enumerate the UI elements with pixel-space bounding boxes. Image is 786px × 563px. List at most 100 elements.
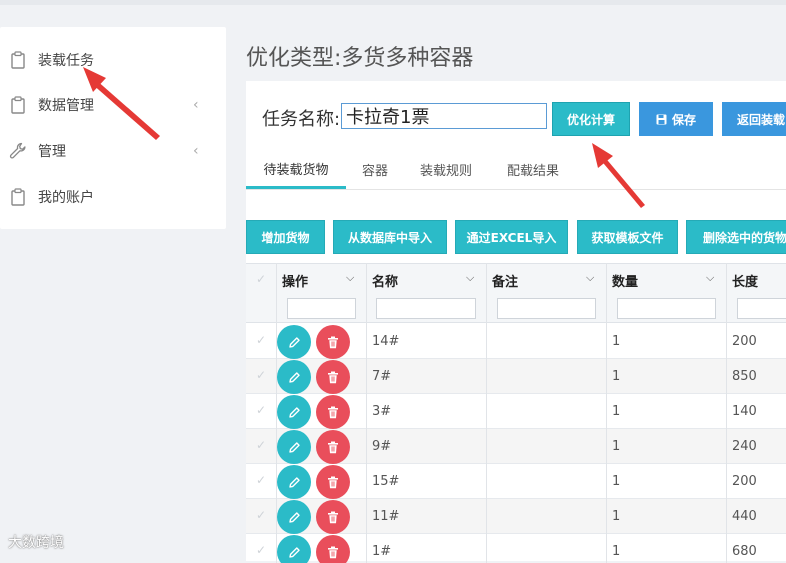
tab-containers[interactable]: 容器 [352,150,398,188]
sidebar-item-label: 管理 [38,144,66,160]
filter-quantity-input[interactable] [617,298,716,319]
column-divider [486,263,487,563]
edit-button[interactable] [277,325,311,359]
task-name-label: 任务名称: [262,109,341,130]
cell-length: 200 [732,474,757,489]
row-checkbox[interactable]: ✓ [256,438,266,452]
cell-name: 3# [372,404,392,419]
table-row[interactable]: ✓ 11# 1 440 [246,499,786,534]
cell-quantity: 1 [612,334,621,349]
tab-loading-results[interactable]: 配载结果 [498,150,568,188]
clipboard-icon [9,187,27,207]
pencil-icon [288,336,301,349]
save-label: 保存 [671,112,696,127]
cell-quantity: 1 [612,369,621,384]
delete-button[interactable] [316,430,350,464]
back-to-loading-button[interactable]: 返回装载 [722,102,786,136]
column-divider [276,263,277,563]
edit-button[interactable] [277,395,311,429]
column-divider [366,263,367,563]
delete-button[interactable] [316,395,350,429]
edit-button[interactable] [277,465,311,499]
cell-quantity: 1 [612,509,621,524]
row-checkbox[interactable]: ✓ [256,403,266,417]
sidebar-item-label: 我的账户 [38,190,94,206]
sidebar-item-label: 装载任务 [38,53,94,69]
trash-icon [327,336,339,349]
top-border [0,0,786,5]
row-checkbox[interactable]: ✓ [256,368,266,382]
sidebar-item-my-account[interactable]: 我的账户 [0,177,226,217]
filter-actions-input[interactable] [287,298,356,319]
import-excel-button[interactable]: 通过EXCEL导入 [455,220,568,254]
pencil-icon [288,511,301,524]
filter-name-input[interactable] [376,298,476,319]
pencil-icon [288,406,301,419]
chevron-down-icon[interactable]: ⌵ [586,271,594,285]
cell-quantity: 1 [612,439,621,454]
chevron-down-icon[interactable]: ⌵ [706,271,714,285]
sidebar-item-data-management[interactable]: 数据管理 ‹ [0,85,226,125]
filter-length-input[interactable] [737,298,786,319]
cell-length: 850 [732,369,757,384]
sidebar-item-loading-task[interactable]: 装载任务 [0,40,226,80]
pencil-icon [288,476,301,489]
sidebar: 装载任务 数据管理 ‹ 管理 ‹ 我的账户 [0,27,226,229]
delete-button[interactable] [316,535,350,563]
delete-selected-button[interactable]: 删除选中的货物 [686,220,786,254]
trash-icon [327,406,339,419]
pencil-icon [288,371,301,384]
get-template-button[interactable]: 获取模板文件 [577,220,678,254]
delete-button[interactable] [316,360,350,394]
cell-length: 240 [732,439,757,454]
chevron-down-icon[interactable]: ⌵ [346,271,354,285]
row-checkbox[interactable]: ✓ [256,473,266,487]
trash-icon [327,371,339,384]
add-cargo-button[interactable]: 增加货物 [246,220,325,254]
table-row[interactable]: ✓ 3# 1 140 [246,394,786,429]
cargo-table: ✓ 操作 ⌵ 名称 ⌵ 备注 ⌵ 数量 ⌵ 长度 ✓ 14# 1 200 ✓ 7# 1 850… [246,263,786,563]
row-checkbox[interactable]: ✓ [256,333,266,347]
tab-loading-rules[interactable]: 装载规则 [411,150,481,188]
row-checkbox[interactable]: ✓ [256,508,266,522]
task-name-input[interactable] [341,103,547,129]
row-checkbox[interactable]: ✓ [256,543,266,557]
clipboard-icon [9,50,27,70]
chevron-left-icon: ‹ [193,97,199,113]
save-button[interactable]: 保存 [639,102,713,136]
sidebar-item-management[interactable]: 管理 ‹ [0,131,226,171]
table-row[interactable]: ✓ 15# 1 200 [246,464,786,499]
table-row[interactable]: ✓ 7# 1 850 [246,359,786,394]
cell-length: 440 [732,509,757,524]
cell-quantity: 1 [612,474,621,489]
floppy-icon [656,114,667,124]
chevron-down-icon[interactable]: ⌵ [466,271,474,285]
table-row[interactable]: ✓ 9# 1 240 [246,429,786,464]
table-row[interactable]: ✓ 1# 1 680 [246,534,786,563]
edit-button[interactable] [277,535,311,563]
trash-icon [327,476,339,489]
cell-name: 11# [372,509,400,524]
filter-note-input[interactable] [497,298,596,319]
delete-button[interactable] [316,465,350,499]
table-row[interactable]: ✓ 14# 1 200 [246,324,786,359]
cell-length: 140 [732,404,757,419]
wrench-icon [9,141,27,161]
edit-button[interactable] [277,500,311,534]
import-from-database-button[interactable]: 从数据库中导入 [333,220,447,254]
header-note: 备注 [492,275,519,290]
header-actions: 操作 [282,275,309,290]
optimize-button[interactable]: 优化计算 [552,102,630,136]
tab-bar: 待装载货物 容器 装载规则 配载结果 [246,150,786,190]
cell-name: 7# [372,369,392,384]
edit-button[interactable] [277,430,311,464]
clipboard-icon [9,95,27,115]
delete-button[interactable] [316,500,350,534]
delete-button[interactable] [316,325,350,359]
edit-button[interactable] [277,360,311,394]
select-all-checkbox[interactable]: ✓ [256,272,266,286]
column-divider [726,263,727,563]
cell-name: 14# [372,334,400,349]
tab-pending-cargo[interactable]: 待装载货物 [246,150,346,189]
cell-name: 15# [372,474,400,489]
